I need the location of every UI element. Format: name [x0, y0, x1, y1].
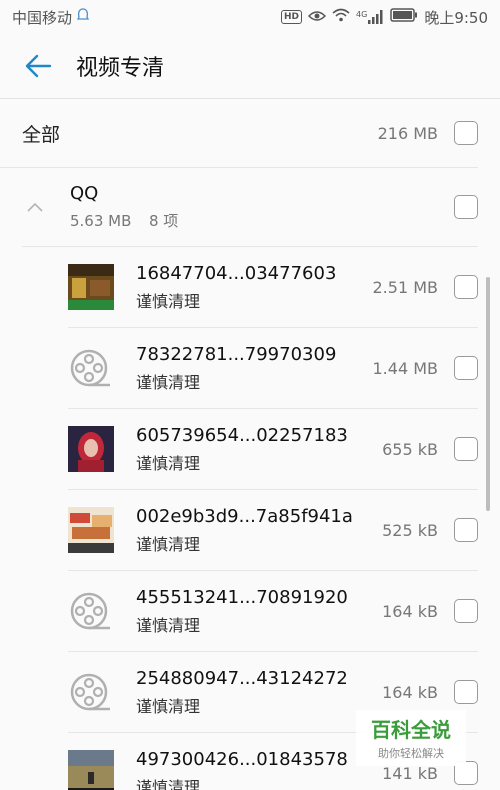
file-hint: 谨慎清理 — [136, 453, 201, 473]
carrier-label: 中国移动 — [12, 8, 73, 27]
video-thumbnail — [68, 507, 114, 553]
file-hint: 谨慎清理 — [136, 372, 201, 392]
wifi-icon — [332, 8, 350, 26]
file-checkbox[interactable] — [454, 275, 478, 299]
signal-icon: 4G — [356, 10, 384, 24]
file-hint: 谨慎清理 — [136, 615, 201, 635]
file-name: 254880947...43124272 — [136, 667, 348, 689]
page-title: 视频专清 — [76, 56, 165, 81]
group-header-qq[interactable]: QQ 5.63 MB 8 项 — [22, 168, 478, 247]
scrollbar[interactable] — [486, 277, 490, 511]
select-all-row[interactable]: 全部 216 MB — [0, 99, 478, 168]
group-count: 8 项 — [148, 212, 179, 230]
list-item[interactable]: 16847704...03477603 谨慎清理 2.51 MB — [68, 247, 478, 328]
file-name: 497300426...01843578 — [136, 748, 348, 770]
file-size: 655 kB — [382, 439, 438, 459]
watermark-subtitle: 助你轻松解决 — [378, 747, 444, 760]
file-size: 164 kB — [382, 601, 438, 621]
file-checkbox[interactable] — [454, 356, 478, 380]
battery-icon — [390, 8, 418, 26]
file-checkbox[interactable] — [454, 599, 478, 623]
back-arrow-icon — [25, 54, 52, 78]
notification-icon — [76, 7, 90, 27]
list-item[interactable]: 002e9b3d9...7a85f941a 谨慎清理 525 kB — [68, 490, 478, 571]
list-item[interactable]: 78322781...79970309 谨慎清理 1.44 MB — [68, 328, 478, 409]
file-checkbox[interactable] — [454, 437, 478, 461]
watermark-logo: 百科全说 助你轻松解决 — [356, 710, 466, 766]
group-name: QQ — [70, 183, 99, 204]
file-size: 2.51 MB — [372, 277, 439, 297]
hd-badge: HD — [281, 10, 303, 24]
watermark-title: 百科全说 — [371, 718, 451, 742]
list-item[interactable]: 455513241...70891920 谨慎清理 164 kB — [68, 571, 478, 652]
film-reel-icon — [68, 345, 114, 391]
clock: 晚上9:50 — [424, 8, 488, 27]
total-size: 216 MB — [377, 123, 438, 143]
file-hint: 谨慎清理 — [136, 534, 201, 554]
file-hint: 谨慎清理 — [136, 696, 201, 716]
list-item[interactable]: 605739654...02257183 谨慎清理 655 kB — [68, 409, 478, 490]
file-size: 141 kB — [382, 763, 438, 783]
file-size: 164 kB — [382, 682, 438, 702]
file-name: 16847704...03477603 — [136, 262, 337, 284]
file-name: 002e9b3d9...7a85f941a — [136, 505, 353, 527]
select-all-checkbox[interactable] — [454, 121, 478, 145]
file-checkbox[interactable] — [454, 518, 478, 542]
file-hint: 谨慎清理 — [136, 291, 201, 311]
eye-comfort-icon — [307, 8, 327, 26]
file-size: 1.44 MB — [372, 358, 439, 378]
file-name: 78322781...79970309 — [136, 343, 337, 365]
file-name: 605739654...02257183 — [136, 424, 348, 446]
file-name: 455513241...70891920 — [136, 586, 348, 608]
file-checkbox[interactable] — [454, 680, 478, 704]
collapse-chevron-icon[interactable] — [22, 194, 48, 220]
film-reel-icon — [68, 588, 114, 634]
group-checkbox[interactable] — [454, 195, 478, 219]
file-size: 525 kB — [382, 520, 438, 540]
select-all-label: 全部 — [22, 123, 61, 146]
video-thumbnail — [68, 750, 114, 790]
group-size: 5.63 MB — [70, 212, 132, 230]
group-summary: 5.63 MB 8 项 — [70, 210, 454, 231]
video-thumbnail — [68, 264, 114, 310]
back-button[interactable] — [0, 34, 76, 98]
film-reel-icon — [68, 669, 114, 715]
file-hint: 谨慎清理 — [136, 777, 201, 790]
app-header: 视频专清 — [0, 34, 500, 99]
video-thumbnail — [68, 426, 114, 472]
status-bar: 中国移动 HD 4G 晚上9:50 — [0, 0, 500, 34]
file-list[interactable]: 全部 216 MB QQ 5.63 MB 8 项 16847704...0347… — [0, 99, 500, 790]
